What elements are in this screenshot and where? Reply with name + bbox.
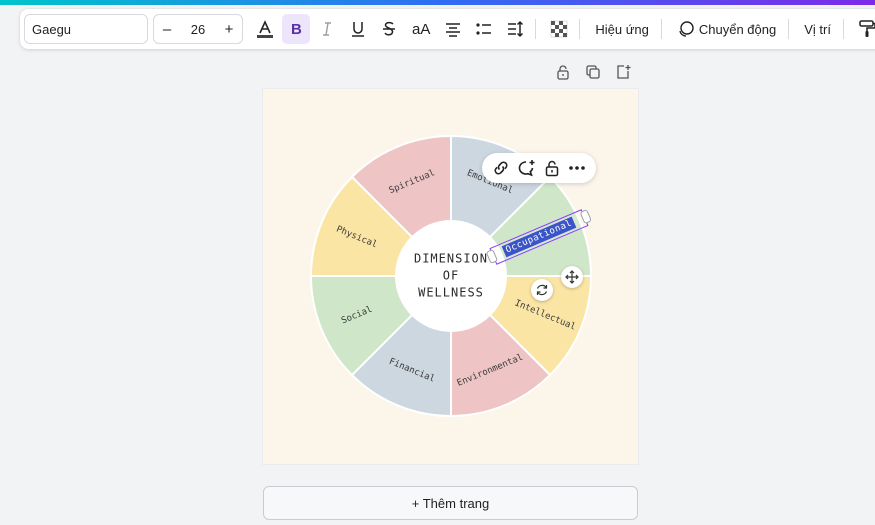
more-options-button[interactable] <box>566 157 588 179</box>
toolbar-divider <box>535 19 537 39</box>
letter-case-button[interactable]: aA <box>406 14 436 44</box>
move-handle[interactable] <box>561 266 583 288</box>
font-family-select[interactable]: Gaegu <box>24 14 148 44</box>
bold-icon: B <box>291 21 302 38</box>
link-icon <box>494 161 508 175</box>
element-context-menu <box>482 153 596 183</box>
transparency-button[interactable] <box>545 14 573 44</box>
italic-button[interactable] <box>313 14 341 44</box>
duplicate-page-button[interactable] <box>583 62 603 82</box>
animate-icon <box>679 21 694 37</box>
transparency-icon <box>551 20 568 38</box>
animate-button[interactable]: Chuyển động <box>671 14 782 44</box>
effects-label: Hiệu ứng <box>595 21 649 37</box>
line-spacing-button[interactable] <box>501 14 529 44</box>
font-size-control: – 26 + <box>153 14 243 44</box>
strikethrough-icon <box>383 21 395 36</box>
align-center-button[interactable] <box>439 14 467 44</box>
toolbar-divider <box>660 19 662 39</box>
top-accent-bar <box>0 0 875 5</box>
comment-plus-icon <box>518 160 535 177</box>
align-center-icon <box>446 23 461 37</box>
svg-text:B: B <box>291 21 302 38</box>
position-button[interactable]: Vị trí <box>798 14 837 44</box>
lock-icon <box>557 65 569 80</box>
font-family-value: Gaegu <box>32 21 72 37</box>
toolbar-divider <box>842 19 844 39</box>
rotate-handle[interactable] <box>531 279 553 301</box>
lock-icon <box>545 160 558 177</box>
font-size-decrease-button[interactable]: – <box>160 21 174 38</box>
letter-case-label: aA <box>412 20 431 38</box>
duplicate-icon <box>586 65 600 79</box>
lock-page-button[interactable] <box>553 62 573 82</box>
link-button[interactable] <box>490 157 512 179</box>
add-comment-button[interactable] <box>515 157 537 179</box>
text-color-button[interactable] <box>251 14 279 44</box>
lock-element-button[interactable] <box>541 157 563 179</box>
font-size-value[interactable]: 26 <box>191 22 205 37</box>
text-toolbar: Gaegu – 26 + B aA Hiệu ứng Chuyển động V… <box>20 9 875 49</box>
toolbar-divider <box>788 19 790 39</box>
text-color-icon <box>257 20 273 38</box>
strikethrough-button[interactable] <box>375 14 403 44</box>
add-page-button[interactable]: + Thêm trang <box>263 486 638 520</box>
copy-style-button[interactable] <box>853 14 875 44</box>
underline-icon <box>352 22 364 37</box>
font-size-increase-button[interactable]: + <box>222 21 236 38</box>
more-icon <box>569 166 586 170</box>
line-spacing-icon <box>508 20 524 38</box>
bullet-list-icon <box>476 23 492 35</box>
wheel-center-title-line: WELLNESS <box>418 286 484 300</box>
wheel-center-title-line: OF <box>443 269 459 283</box>
add-page-label: + Thêm trang <box>411 495 490 511</box>
bullet-list-button[interactable] <box>470 14 498 44</box>
animate-label: Chuyển động <box>698 21 777 37</box>
paint-roller-icon <box>859 20 875 37</box>
add-page-icon-button[interactable] <box>613 62 633 82</box>
add-page-icon <box>617 65 631 79</box>
effects-button[interactable]: Hiệu ứng <box>589 14 655 44</box>
rotate-icon <box>536 284 548 296</box>
underline-button[interactable] <box>344 14 372 44</box>
wheel-center-title-line: DIMENSION <box>414 252 488 266</box>
move-icon <box>565 270 579 284</box>
toolbar-divider <box>579 19 581 39</box>
position-label: Vị trí <box>804 21 831 37</box>
bold-button[interactable]: B <box>282 14 310 44</box>
italic-icon <box>323 22 331 36</box>
page-actions <box>553 62 633 82</box>
